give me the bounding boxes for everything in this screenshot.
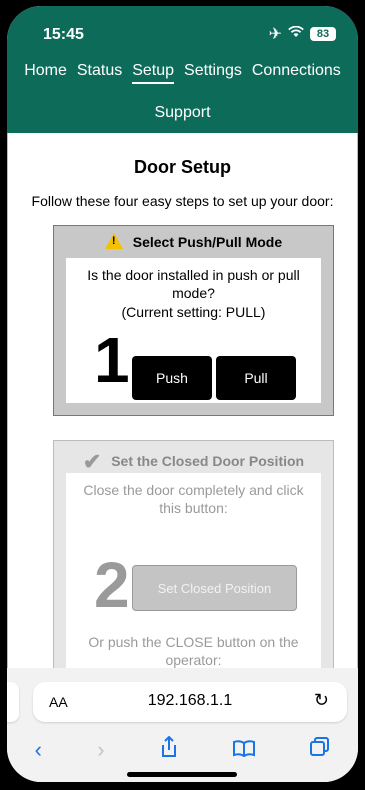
set-closed-position-button[interactable]: Set Closed Position (132, 565, 297, 611)
browser-bar: AA 192.168.1.1 ↻ ‹ › (7, 668, 358, 782)
warning-icon: ! (104, 233, 123, 249)
nav-item-settings[interactable]: Settings (184, 62, 242, 84)
main-nav: Home Status Setup Settings Connections (7, 62, 358, 84)
push-button[interactable]: Push (132, 356, 212, 400)
step-number-1: 1 (94, 324, 130, 396)
previous-tab-card[interactable] (7, 682, 19, 722)
back-icon[interactable]: ‹ (35, 737, 42, 763)
step-2-card: ✔ Set the Closed Door Position Close the… (53, 440, 334, 668)
phone-frame: 15:45 ✈ 83 Home Status Setup Settings Co… (0, 0, 365, 790)
step-1-title: Select Push/Pull Mode (132, 234, 283, 250)
step-2-description: Close the door completely and click this… (83, 482, 304, 516)
current-setting: (Current setting: PULL) (121, 304, 266, 320)
main-nav-row2: Support (7, 104, 358, 122)
reload-icon[interactable]: ↻ (314, 690, 329, 711)
status-time: 15:45 (43, 26, 84, 43)
nav-item-connections[interactable]: Connections (252, 62, 341, 84)
step-number-2: 2 (94, 549, 130, 621)
step-1-body: Is the door installed in push or pull mo… (66, 258, 321, 403)
step-2-title: Set the Closed Door Position (111, 453, 305, 469)
step-2-title-row: ✔ Set the Closed Door Position (54, 449, 333, 475)
checkmark-icon: ✔ (82, 449, 102, 474)
nav-item-home[interactable]: Home (24, 62, 67, 84)
nav-item-support[interactable]: Support (154, 104, 210, 121)
step-1-title-row: ! Select Push/Pull Mode (54, 233, 333, 250)
screen: 15:45 ✈ 83 Home Status Setup Settings Co… (7, 6, 358, 782)
step-1-card: ! Select Push/Pull Mode Is the door inst… (53, 225, 334, 416)
nav-item-status[interactable]: Status (77, 62, 122, 84)
step-1-question: Is the door installed in push or pull mo… (87, 267, 300, 301)
nav-item-setup[interactable]: Setup (132, 62, 175, 84)
step-2-alt-instruction: Or push the CLOSE button on the operator… (88, 634, 299, 668)
tabs-icon[interactable] (310, 737, 330, 763)
forward-icon[interactable]: › (97, 737, 104, 763)
page-content: Door Setup Follow these four easy steps … (7, 133, 358, 668)
url-text: 192.168.1.1 (147, 692, 233, 709)
airplane-icon: ✈ (268, 26, 282, 43)
status-icons: ✈ 83 (269, 24, 336, 44)
wifi-icon (288, 25, 304, 43)
address-bar[interactable]: AA 192.168.1.1 ↻ (33, 682, 347, 722)
battery-icon: 83 (310, 27, 336, 41)
bookmarks-icon[interactable] (233, 737, 256, 763)
intro-text: Follow these four easy steps to set up y… (31, 193, 334, 209)
home-indicator (127, 772, 237, 777)
page-title: Door Setup (134, 157, 231, 177)
browser-toolbar: ‹ › (7, 732, 358, 768)
step-2-body: Close the door completely and click this… (66, 473, 321, 668)
pull-button[interactable]: Pull (216, 356, 296, 400)
share-icon[interactable] (160, 735, 178, 764)
app-header: 15:45 ✈ 83 Home Status Setup Settings Co… (7, 6, 358, 133)
